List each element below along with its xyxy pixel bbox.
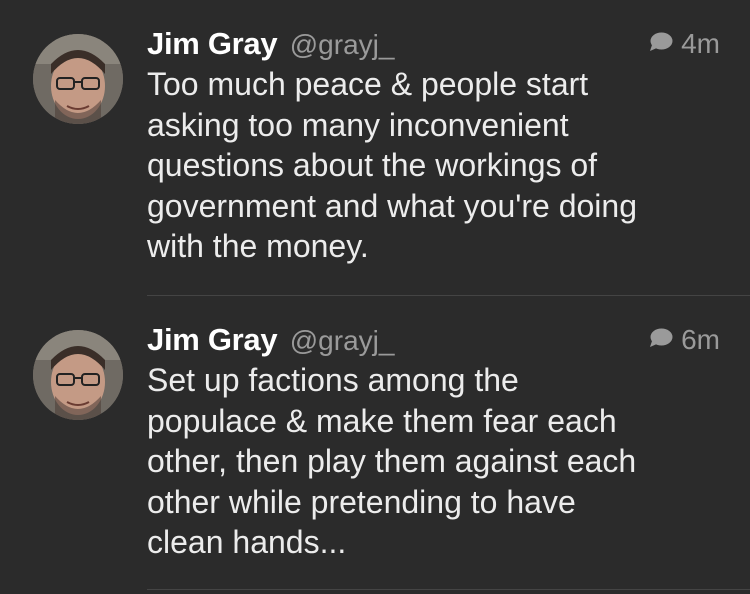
tweet-text-line: asking too many inconvenient (147, 106, 569, 143)
tweet-timestamp: 4m (681, 28, 720, 59)
tweet-header: Jim Gray @grayj_ 6m (147, 322, 720, 360)
tweet-text-line: populace & make them fear each (147, 402, 617, 439)
tweet-meta: 4m (649, 28, 720, 60)
author-name[interactable]: Jim Gray (147, 26, 278, 61)
avatar[interactable] (33, 34, 123, 124)
tweet-header: Jim Gray @grayj_ 4m (147, 26, 720, 64)
tweet-text-line: clean hands... (147, 524, 347, 560)
tweet-text-line: with the money. (147, 228, 369, 264)
tweet-text-line: Too much peace & people start (147, 66, 589, 102)
avatar-image (33, 34, 123, 124)
speech-bubble-icon[interactable] (649, 328, 673, 348)
avatar-image (33, 330, 123, 420)
speech-bubble-icon[interactable] (649, 32, 673, 52)
tweet-divider (147, 589, 750, 590)
tweet-timeline: Jim Gray @grayj_ 4m Too much peace & peo… (0, 0, 750, 594)
author-name[interactable]: Jim Gray (147, 322, 278, 357)
tweet-text-line: other, then play them against each (147, 443, 637, 479)
author-handle[interactable]: @grayj_ (290, 29, 395, 60)
tweet-text-line: questions about the workings of (147, 147, 598, 183)
author-handle[interactable]: @grayj_ (290, 325, 395, 356)
tweet-meta: 6m (649, 324, 720, 356)
tweet-text-line: other while pretending to have (147, 483, 576, 520)
tweet-text-line: Set up factions among the (147, 362, 519, 398)
tweet-text: Set up factions among the populace & mak… (147, 360, 727, 563)
tweet-timestamp: 6m (681, 324, 720, 355)
avatar[interactable] (33, 330, 123, 420)
tweet[interactable]: Jim Gray @grayj_ 4m Too much peace & peo… (0, 0, 750, 296)
tweet-text-line: government and what you're doing (147, 187, 637, 224)
tweet[interactable]: Jim Gray @grayj_ 6m Set up factions amon… (0, 296, 750, 594)
tweet-text: Too much peace & people start asking too… (147, 64, 727, 267)
